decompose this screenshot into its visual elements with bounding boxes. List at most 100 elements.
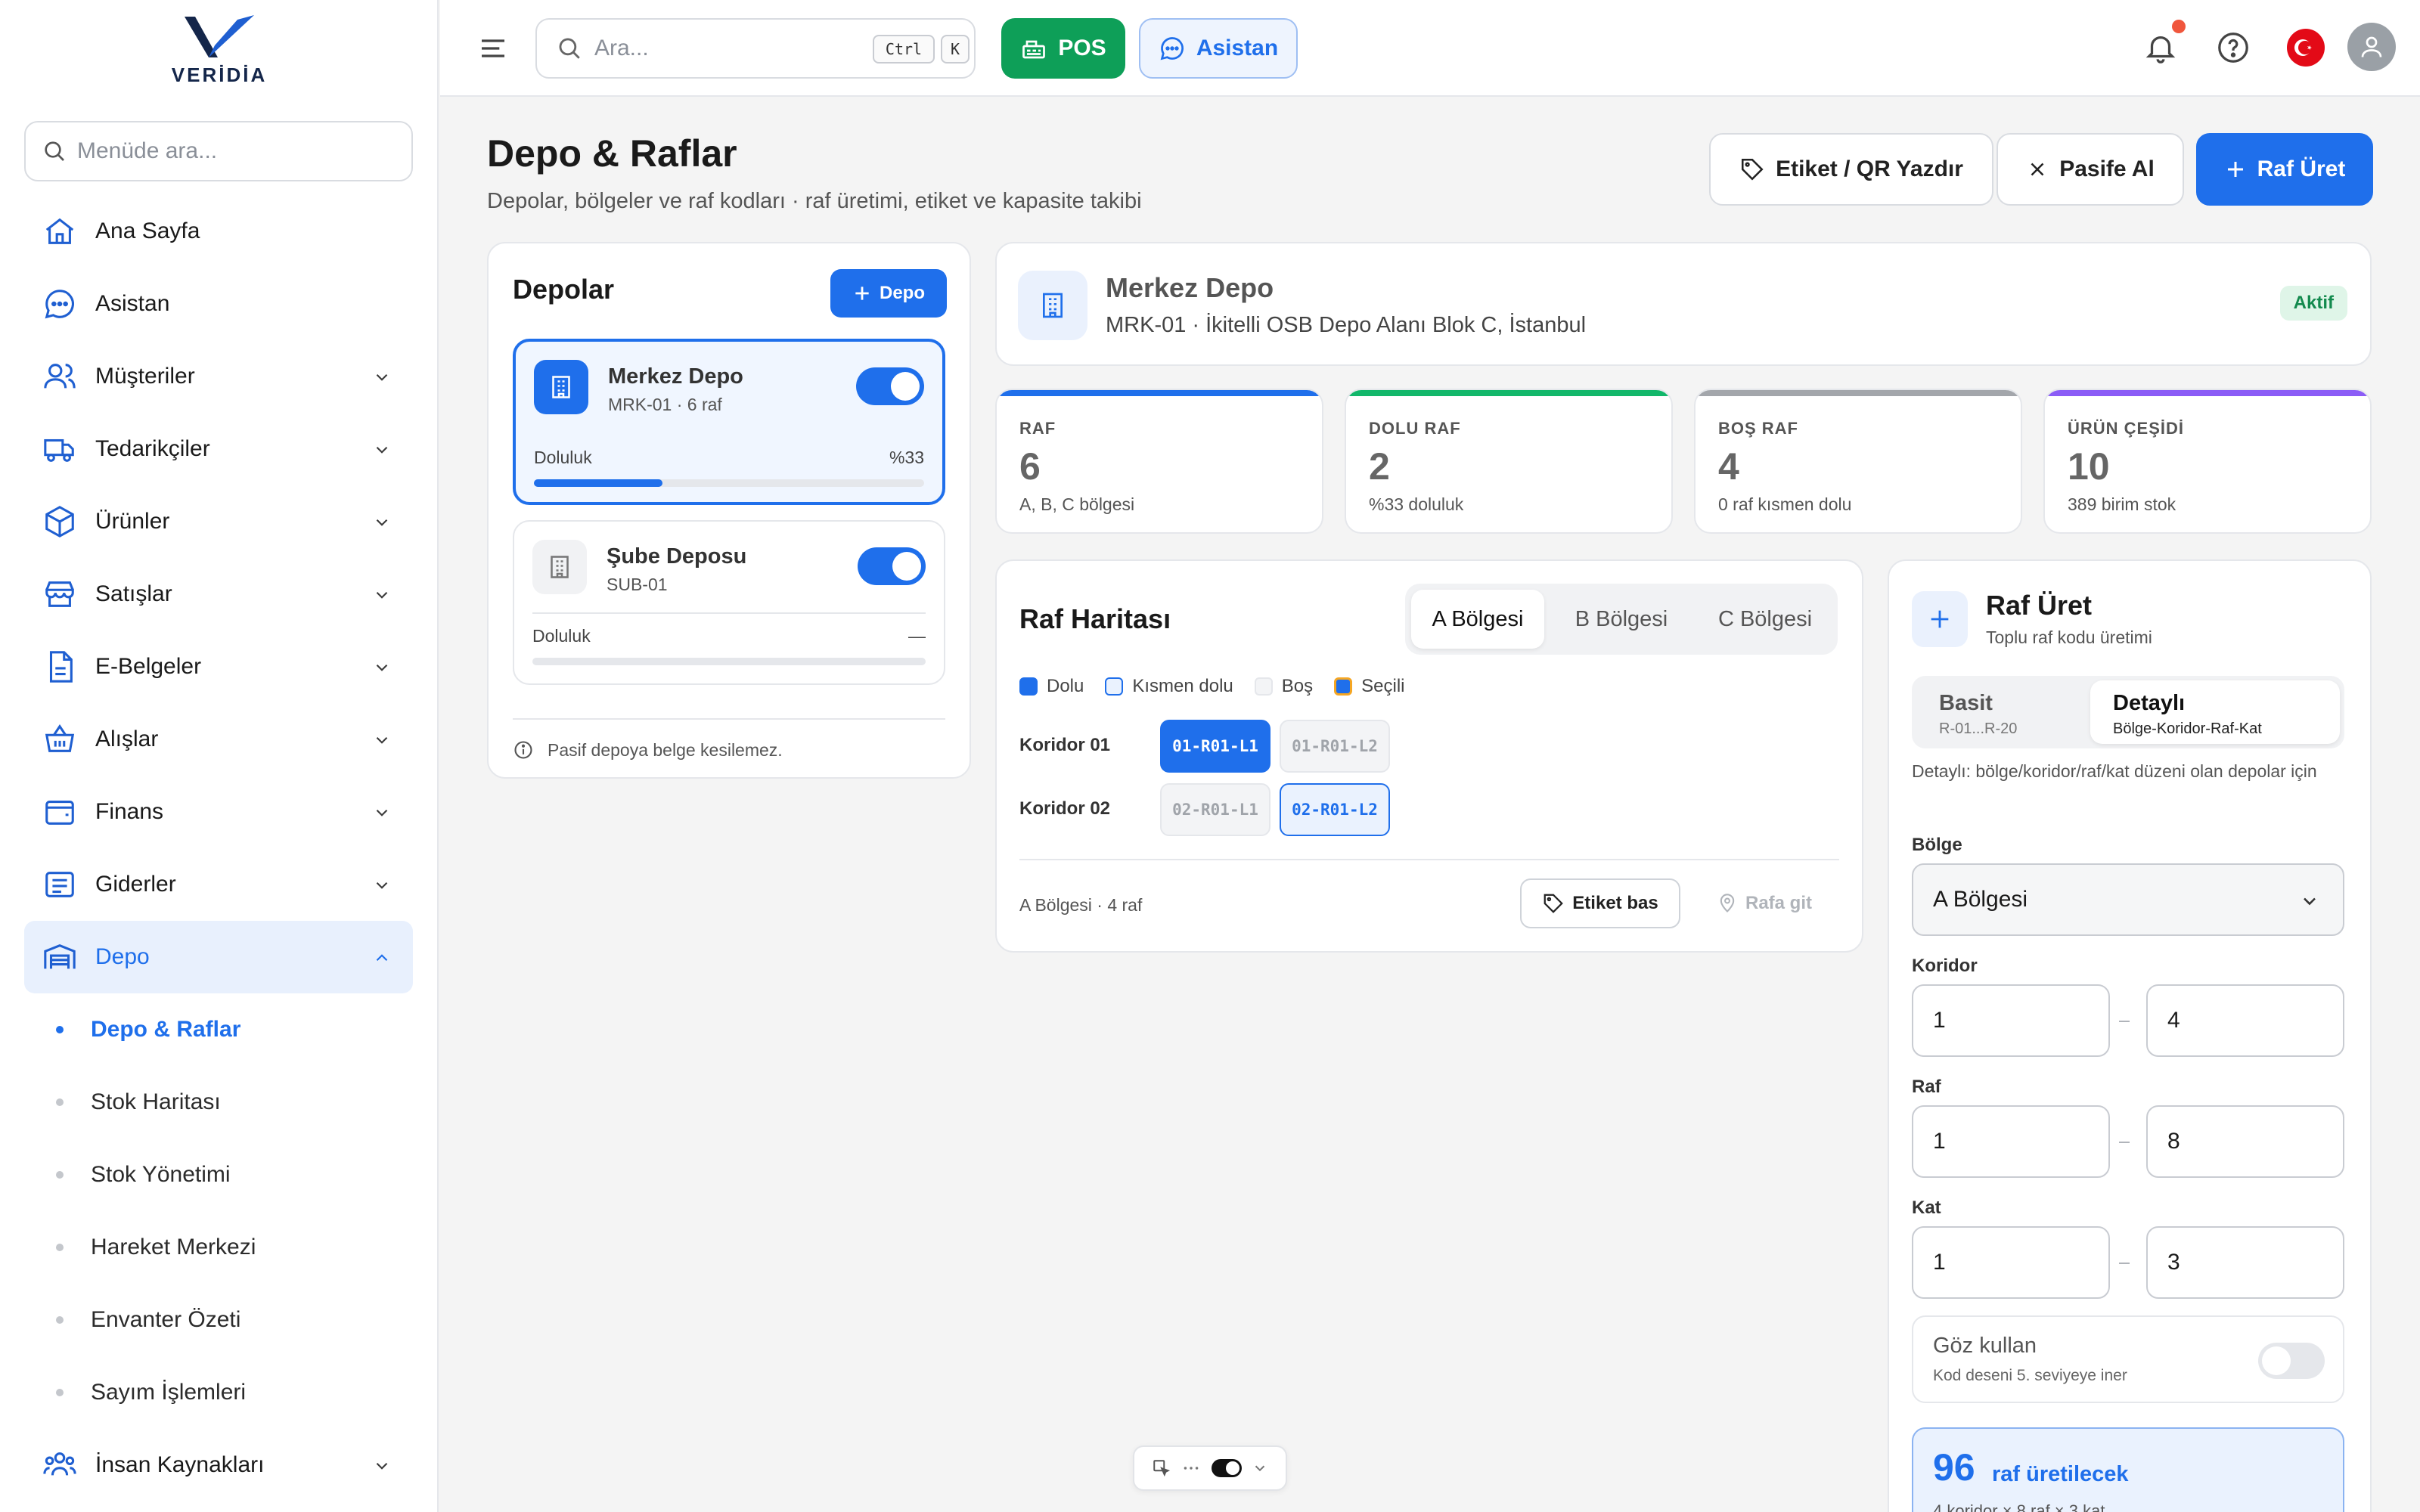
sidebar-item-giderler[interactable]: Giderler bbox=[24, 848, 413, 921]
generate-shelf-button[interactable]: Raf Üret bbox=[2196, 133, 2373, 206]
building-icon bbox=[534, 360, 588, 414]
sidebar-subitem-hareket-merkezi[interactable]: Hareket Merkezi bbox=[24, 1211, 413, 1284]
asistan-button[interactable]: Asistan bbox=[1139, 18, 1298, 79]
building-icon bbox=[532, 540, 587, 594]
deactivate-button[interactable]: Pasife Al bbox=[1996, 133, 2184, 206]
sidebar-item-satislar[interactable]: Satışlar bbox=[24, 558, 413, 631]
tab-b-bolgesi[interactable]: B Bölgesi bbox=[1555, 590, 1688, 649]
menu-search-input[interactable]: Menüde ara... bbox=[24, 121, 413, 181]
shelf-to-input[interactable]: 8 bbox=[2146, 1105, 2344, 1178]
chevron-down-icon bbox=[376, 736, 388, 744]
stat-card-raf: RAF 6 A, B, C bölgesi bbox=[995, 389, 1323, 534]
print-label-button[interactable]: Etiket bas bbox=[1520, 878, 1680, 928]
plus-icon bbox=[2227, 162, 2243, 177]
cursor-select-icon[interactable] bbox=[1152, 1458, 1171, 1478]
go-to-shelf-button[interactable]: Rafa git bbox=[1708, 878, 1821, 928]
sidebar-item-ana-sayfa[interactable]: Ana Sayfa bbox=[24, 195, 413, 268]
basket-icon bbox=[45, 723, 75, 752]
result-count: 96 bbox=[1933, 1446, 1975, 1489]
generation-mode-toggle: Basit R-01...R-20 Detaylı Bölge-Koridor-… bbox=[1912, 676, 2344, 748]
avatar[interactable] bbox=[2347, 23, 2396, 71]
shelf-from-input[interactable]: 1 bbox=[1912, 1105, 2110, 1178]
mode-basit[interactable]: Basit R-01...R-20 bbox=[1916, 680, 2095, 744]
sidebar-item-finans[interactable]: Finans bbox=[24, 776, 413, 848]
corridor-field-label: Koridor bbox=[1912, 956, 1978, 976]
tab-a-bolgesi[interactable]: A Bölgesi bbox=[1411, 590, 1544, 649]
fill-progress-bar bbox=[534, 479, 924, 487]
people-icon bbox=[43, 1452, 76, 1476]
legend-item-kismen: Kısmen dolu bbox=[1105, 676, 1233, 697]
legend-swatch bbox=[1105, 677, 1124, 696]
add-warehouse-button[interactable]: Depo bbox=[830, 269, 947, 318]
level-from-input[interactable]: 1 bbox=[1912, 1226, 2110, 1299]
mode-detayli[interactable]: Detaylı Bölge-Koridor-Raf-Kat bbox=[2090, 680, 2340, 744]
logo[interactable]: VERİDİA bbox=[166, 12, 272, 88]
sidebar-subitem-sayim-islemleri[interactable]: Sayım İşlemleri bbox=[24, 1356, 413, 1429]
warehouse-card-sube[interactable]: Şube Deposu SUB-01 Doluluk — bbox=[513, 520, 945, 685]
sidebar-item-e-belgeler[interactable]: E-Belgeler bbox=[24, 631, 413, 703]
sidebar-item-musteriler[interactable]: Müşteriler bbox=[24, 340, 413, 413]
sidebar-subitem-stok-yonetimi[interactable]: Stok Yönetimi bbox=[24, 1139, 413, 1211]
sidebar-subitem-depo-raflar[interactable]: Depo & Raflar bbox=[24, 993, 413, 1066]
sidebar-item-depo[interactable]: Depo bbox=[24, 921, 413, 993]
legend-label: Kısmen dolu bbox=[1132, 676, 1233, 696]
sidebar-nav: Ana Sayfa Asistan Müşteriler Tedarikçile… bbox=[24, 195, 413, 1501]
stat-card-urun-cesidi: ÜRÜN ÇEŞİDİ 10 389 birim stok bbox=[2043, 389, 2372, 534]
tag-icon bbox=[1742, 158, 1764, 181]
sidebar-item-label: Asistan bbox=[95, 291, 170, 316]
use-bin-option: Göz kullan Kod deseni 5. seviyeye iner bbox=[1912, 1315, 2344, 1403]
language-flag-icon[interactable] bbox=[2287, 29, 2325, 67]
legend-item-secili: Seçili bbox=[1334, 676, 1404, 697]
sidebar-subitem-label: Sayım İşlemleri bbox=[91, 1380, 247, 1405]
sidebar-subitem-envanter-ozeti[interactable]: Envanter Özeti bbox=[24, 1284, 413, 1356]
print-label-text: Etiket bas bbox=[1572, 893, 1658, 913]
chevron-down-icon[interactable] bbox=[1252, 1460, 1268, 1476]
warehouse-active-toggle[interactable] bbox=[858, 547, 926, 585]
sidebar-subitem-stok-haritasi[interactable]: Stok Haritası bbox=[24, 1066, 413, 1139]
shelf-cell[interactable]: 01-R01-L1 bbox=[1160, 720, 1270, 773]
shelf-cell[interactable]: 02-R01-L1 bbox=[1160, 783, 1270, 836]
sidebar-item-asistan[interactable]: Asistan bbox=[24, 268, 413, 340]
bell-icon[interactable] bbox=[2143, 30, 2178, 65]
warehouse-active-toggle[interactable] bbox=[856, 367, 924, 405]
tab-c-bolgesi[interactable]: C Bölgesi bbox=[1699, 590, 1832, 649]
plus-icon bbox=[855, 287, 869, 300]
deactivate-note: Pasif depoya belge kesilemez. bbox=[513, 718, 945, 761]
store-icon bbox=[45, 581, 74, 607]
warehouse-meta: MRK-01 · 6 raf bbox=[608, 395, 722, 414]
pos-button-label: POS bbox=[1058, 36, 1106, 60]
shelf-cell[interactable]: 02-R01-L2 bbox=[1280, 783, 1390, 836]
stat-sub: %33 doluluk bbox=[1369, 494, 1464, 514]
level-to-input[interactable]: 3 bbox=[2146, 1226, 2344, 1299]
shelf-cell[interactable]: 01-R01-L2 bbox=[1280, 720, 1390, 773]
more-icon[interactable] bbox=[1181, 1458, 1201, 1478]
warehouse-card-merkez[interactable]: Merkez Depo MRK-01 · 6 raf Doluluk %33 bbox=[513, 339, 945, 505]
warehouse-name: Merkez Depo bbox=[608, 364, 743, 389]
global-search-input[interactable]: Ara... Ctrl K bbox=[535, 18, 976, 79]
sidebar-item-alislar[interactable]: Alışlar bbox=[24, 703, 413, 776]
stat-value: 6 bbox=[1019, 445, 1041, 488]
zone-select[interactable]: A Bölgesi bbox=[1912, 863, 2344, 936]
wallet-icon bbox=[45, 801, 74, 825]
use-bin-toggle[interactable] bbox=[2258, 1343, 2325, 1379]
corridor-from-input[interactable]: 1 bbox=[1912, 984, 2110, 1057]
zone-select-value: A Bölgesi bbox=[1933, 887, 2028, 912]
theme-toggle[interactable] bbox=[1211, 1459, 1242, 1477]
use-bin-sub: Kod deseni 5. seviyeye iner bbox=[1933, 1367, 2127, 1384]
stat-key: ÜRÜN ÇEŞİDİ bbox=[2068, 419, 2185, 438]
sidebar-item-tedarikciler[interactable]: Tedarikçiler bbox=[24, 413, 413, 485]
pos-button[interactable]: POS bbox=[1001, 18, 1125, 79]
menu-toggle-icon[interactable] bbox=[478, 33, 508, 64]
range-dash bbox=[2119, 1142, 2130, 1143]
sidebar-item-insan-kaynaklari[interactable]: İnsan Kaynakları bbox=[24, 1429, 413, 1501]
shelf-generator-subtitle: Toplu raf kodu üretimi bbox=[1986, 627, 2152, 647]
warehouse-name: Şube Deposu bbox=[607, 544, 747, 569]
print-label-qr-button[interactable]: Etiket / QR Yazdır bbox=[1709, 133, 1993, 206]
warehouse-info-card: Merkez Depo MRK-01 · İkitelli OSB Depo A… bbox=[995, 242, 2372, 366]
corridor-to-input[interactable]: 4 bbox=[2146, 984, 2344, 1057]
sidebar-item-label: Ürünler bbox=[95, 509, 170, 534]
help-icon[interactable] bbox=[2216, 30, 2251, 65]
floating-toolbar[interactable] bbox=[1133, 1445, 1287, 1491]
sidebar-item-urunler[interactable]: Ürünler bbox=[24, 485, 413, 558]
sidebar: VERİDİA Menüde ara... Ana Sayfa Asistan … bbox=[0, 0, 439, 1512]
